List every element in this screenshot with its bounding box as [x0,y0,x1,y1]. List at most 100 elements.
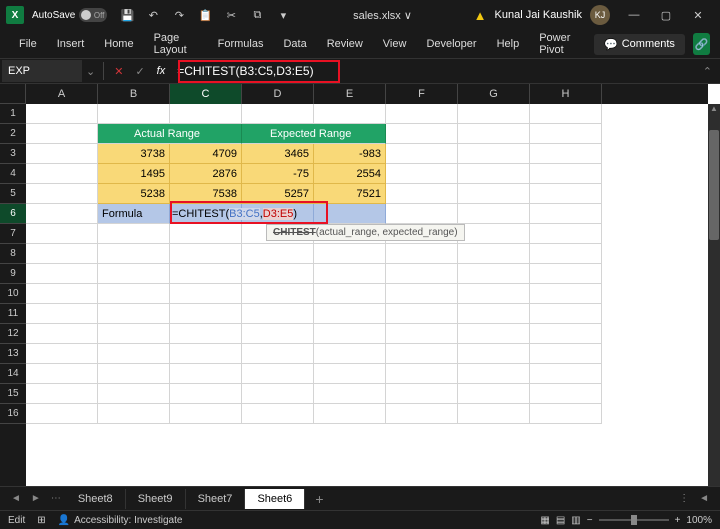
menu-data[interactable]: Data [274,34,315,54]
cell-formula-label[interactable]: Formula [98,204,170,224]
col-header[interactable]: G [458,84,530,104]
close-button[interactable]: ✕ [682,3,714,27]
sheet-tab[interactable]: Sheet9 [126,489,186,509]
cell-grid[interactable]: Actual Range Expected Range 3738 4709 34… [26,104,708,486]
cell[interactable]: 4709 [170,144,242,164]
menu-insert[interactable]: Insert [48,34,94,54]
qat-dropdown-icon[interactable]: ▾ [275,7,291,23]
name-box-dropdown-icon[interactable]: ⌄ [82,65,99,78]
user-name[interactable]: Kunal Jai Kaushik [495,9,582,21]
row-header[interactable]: 7 [0,224,26,244]
select-all-corner[interactable] [0,84,26,104]
col-header[interactable]: H [530,84,602,104]
status-stats-icon[interactable]: ⊞ [37,515,45,526]
col-header[interactable]: A [26,84,98,104]
toggle-switch[interactable]: Off [79,8,107,22]
cell-formula[interactable]: =CHITEST(B3:C5,D3:E5) [170,204,242,224]
row-header[interactable]: 15 [0,384,26,404]
comments-button[interactable]: 💬 Comments [594,34,685,55]
tab-more-icon[interactable]: ⋯ [46,493,66,504]
formula-input[interactable] [171,64,695,78]
zoom-out-icon[interactable]: − [587,515,593,526]
expand-formula-bar-icon[interactable]: ⌃ [695,65,720,78]
cell[interactable]: 1495 [98,164,170,184]
menu-page-layout[interactable]: Page Layout [145,28,207,60]
cell[interactable]: 2554 [314,164,386,184]
cell[interactable]: 3465 [242,144,314,164]
sheet-tab[interactable]: Sheet7 [186,489,246,509]
save-icon[interactable]: 💾 [119,7,135,23]
row-header[interactable]: 14 [0,364,26,384]
menu-power-pivot[interactable]: Power Pivot [530,28,590,60]
add-sheet-button[interactable]: + [305,491,333,507]
cell[interactable]: -983 [314,144,386,164]
row-header[interactable]: 9 [0,264,26,284]
user-avatar[interactable]: KJ [590,5,610,25]
col-header[interactable]: E [314,84,386,104]
name-box[interactable] [2,60,82,82]
row-header[interactable]: 5 [0,184,26,204]
paste-icon[interactable]: 📋 [197,7,213,23]
row-header[interactable]: 4 [0,164,26,184]
header-actual-merged[interactable]: Actual Range [98,124,242,144]
row-header[interactable]: 12 [0,324,26,344]
col-header[interactable]: C [170,84,242,104]
zoom-in-icon[interactable]: + [675,515,681,526]
col-header[interactable]: F [386,84,458,104]
row-header[interactable]: 16 [0,404,26,424]
tab-options-icon[interactable]: ⋮ [674,493,694,504]
cell[interactable]: -75 [242,164,314,184]
tab-scroll-left-icon[interactable]: ◄ [694,493,714,504]
row-header[interactable]: 10 [0,284,26,304]
row-header[interactable]: 1 [0,104,26,124]
row-header[interactable]: 3 [0,144,26,164]
tab-prev-icon[interactable]: ◄ [6,493,26,504]
row-header[interactable]: 2 [0,124,26,144]
minimize-button[interactable]: — [618,3,650,27]
menu-review[interactable]: Review [318,34,372,54]
vertical-scrollbar[interactable]: ▲ [708,104,720,486]
confirm-icon[interactable]: ✓ [129,65,150,78]
menu-view[interactable]: View [374,34,416,54]
row-header[interactable]: 11 [0,304,26,324]
undo-icon[interactable]: ↶ [145,7,161,23]
menu-home[interactable]: Home [95,34,142,54]
row-header[interactable]: 6 [0,204,26,224]
tab-next-icon[interactable]: ► [26,493,46,504]
view-break-icon[interactable]: ▥ [571,515,580,526]
row-header[interactable]: 8 [0,244,26,264]
cell[interactable]: 5257 [242,184,314,204]
scrollbar-thumb[interactable] [709,130,719,240]
cut-icon[interactable]: ✂ [223,7,239,23]
maximize-button[interactable]: ▢ [650,3,682,27]
redo-icon[interactable]: ↷ [171,7,187,23]
cell[interactable]: 2876 [170,164,242,184]
menu-file[interactable]: File [10,34,46,54]
fx-icon[interactable]: fx [151,65,172,77]
sheet-tab-active[interactable]: Sheet6 [245,489,305,509]
sheet-tab[interactable]: Sheet8 [66,489,126,509]
filename[interactable]: sales.xlsx ∨ [291,9,473,22]
accessibility-status[interactable]: 👤 Accessibility: Investigate [58,515,183,526]
cell[interactable]: 3738 [98,144,170,164]
cell[interactable]: 7538 [170,184,242,204]
cancel-icon[interactable]: ✕ [108,65,129,78]
copy-icon[interactable]: ⧉ [249,7,265,23]
zoom-slider[interactable] [599,519,669,521]
cell[interactable]: 7521 [314,184,386,204]
share-button[interactable]: 🔗 [693,33,710,55]
cell[interactable] [314,204,386,224]
header-expected-merged[interactable]: Expected Range [242,124,386,144]
col-header[interactable]: B [98,84,170,104]
view-normal-icon[interactable]: ▦ [540,515,549,526]
col-header[interactable]: D [242,84,314,104]
menu-developer[interactable]: Developer [417,34,485,54]
warning-icon[interactable]: ▲ [474,8,487,23]
cell[interactable]: 5238 [98,184,170,204]
menu-formulas[interactable]: Formulas [209,34,273,54]
menu-help[interactable]: Help [488,34,529,54]
autosave-toggle[interactable]: AutoSave Off [32,8,107,22]
row-header[interactable]: 13 [0,344,26,364]
zoom-level[interactable]: 100% [686,515,712,526]
view-page-icon[interactable]: ▤ [556,515,565,526]
